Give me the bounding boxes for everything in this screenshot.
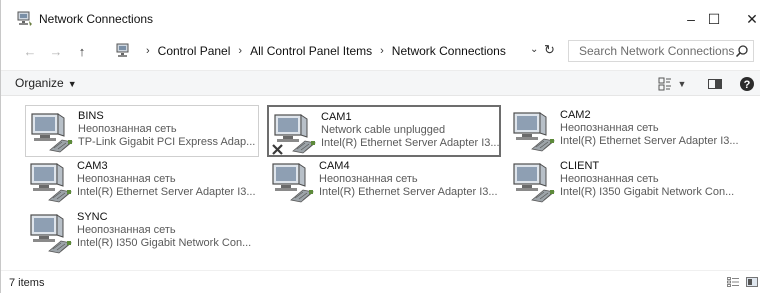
address-history-chevron-icon[interactable]: ⌄ — [530, 44, 538, 55]
connection-text: CAM4 Неопознанная сеть Intel(R) Ethernet S… — [319, 160, 499, 199]
search-input[interactable]: Search Network Connections — [568, 40, 754, 62]
connection-name: BINS — [78, 110, 104, 122]
connection-name: CAM4 — [319, 160, 350, 172]
connection-status: Неопознанная сеть — [560, 122, 659, 134]
details-view-icon[interactable] — [727, 277, 739, 287]
navigation-bar: ← → ↑ › Control Panel › All Control Pane… — [1, 38, 760, 64]
search-icon[interactable] — [735, 44, 749, 58]
breadcrumb-network-connections[interactable]: Network Connections — [392, 44, 506, 58]
connection-text: CAM1 Network cable unplugged Intel(R) Ethe… — [321, 111, 501, 150]
minimize-icon: – — [687, 11, 695, 27]
network-connections-window: Network Connections – ☐ ✕ ← → ↑ › Contro… — [0, 0, 760, 293]
address-bar[interactable]: › Control Panel › All Control Panel Item… — [96, 40, 561, 62]
organize-label: Organize — [15, 76, 64, 90]
up-arrow-icon: ↑ — [78, 43, 86, 59]
connection-text: CAM3 Неопознанная сеть Intel(R) Ethernet S… — [77, 160, 257, 199]
connection-adapter: Intel(R) Ethernet Server Adapter I3... — [321, 137, 500, 149]
connection-status: Network cable unplugged — [321, 124, 446, 136]
breadcrumb-separator[interactable]: › — [238, 45, 242, 57]
breadcrumb-all-control-panel-items[interactable]: All Control Panel Items — [250, 44, 372, 58]
network-adapter-icon — [30, 214, 72, 254]
connection-text: BINS Неопознанная сеть TP-Link Gigabit PCI… — [78, 110, 258, 149]
title-bar: Network Connections – ☐ ✕ — [1, 0, 760, 38]
change-view-icon[interactable] — [658, 76, 672, 92]
back-arrow-icon: ← — [23, 43, 37, 59]
connection-text: CLIENT Неопознанная сеть Intel(R) I350 Gig… — [560, 160, 740, 199]
connection-item-cam2[interactable]: CAM2 Неопознанная сеть Intel(R) Ethernet S… — [508, 105, 742, 157]
control-panel-icon — [116, 43, 129, 57]
network-adapter-icon — [31, 113, 73, 153]
connection-adapter: Intel(R) I350 Gigabit Network Con... — [77, 237, 252, 249]
network-adapter-icon — [30, 163, 72, 203]
connection-text: CAM2 Неопознанная сеть Intel(R) Ethernet S… — [560, 109, 740, 148]
connection-text: SYNC Неопознанная сеть Intel(R) I350 Gigab… — [77, 211, 257, 250]
connection-item-client[interactable]: CLIENT Неопознанная сеть Intel(R) I350 Gig… — [508, 156, 742, 208]
organize-menu-button[interactable]: Organize ▼ — [15, 76, 77, 90]
maximize-button[interactable]: ☐ — [696, 6, 732, 32]
network-adapter-icon — [513, 112, 555, 152]
connection-item-bins[interactable]: BINS Неопознанная сеть TP-Link Gigabit PCI… — [25, 105, 259, 157]
connection-status: Неопознанная сеть — [319, 173, 418, 185]
connection-status: Неопознанная сеть — [78, 123, 177, 135]
maximize-icon: ☐ — [707, 10, 721, 27]
view-options-caret-icon[interactable]: ▼ — [677, 76, 687, 92]
connection-adapter: TP-Link Gigabit PCI Express Adap... — [78, 136, 256, 148]
item-count: 7 items — [9, 277, 45, 289]
refresh-icon[interactable]: ↻ — [544, 42, 555, 58]
connection-status: Неопознанная сеть — [77, 173, 176, 185]
close-button[interactable]: ✕ — [734, 6, 760, 32]
up-button[interactable]: ↑ — [73, 42, 91, 60]
search-placeholder: Search Network Connections — [579, 44, 735, 58]
connection-item-cam4[interactable]: CAM4 Неопознанная сеть Intel(R) Ethernet S… — [267, 156, 501, 208]
connection-adapter: Intel(R) Ethernet Server Adapter I3... — [319, 186, 498, 198]
network-adapter-icon — [513, 163, 555, 203]
forward-button[interactable]: → — [47, 42, 65, 60]
connection-item-cam3[interactable]: CAM3 Неопознанная сеть Intel(R) Ethernet S… — [25, 156, 259, 208]
connection-status: Неопознанная сеть — [560, 173, 659, 185]
connection-name: CAM3 — [77, 160, 108, 172]
network-adapter-disconnected-icon — [272, 114, 316, 155]
connection-name: CAM2 — [560, 109, 591, 121]
connection-item-cam1[interactable]: CAM1 Network cable unplugged Intel(R) Ethe… — [267, 105, 501, 157]
network-connections-app-icon — [17, 11, 32, 26]
forward-arrow-icon: → — [49, 43, 63, 59]
breadcrumb-separator: › — [146, 45, 150, 57]
connections-list: BINS Неопознанная сеть TP-Link Gigabit PCI… — [1, 97, 760, 269]
network-adapter-icon — [272, 163, 314, 203]
connection-adapter: Intel(R) I350 Gigabit Network Con... — [560, 186, 735, 198]
connection-item-sync[interactable]: SYNC Неопознанная сеть Intel(R) I350 Gigab… — [25, 207, 259, 259]
svg-text:?: ? — [744, 79, 751, 91]
preview-pane-icon[interactable] — [707, 76, 723, 92]
window-title: Network Connections — [39, 12, 154, 26]
close-icon: ✕ — [746, 10, 758, 27]
connection-name: SYNC — [77, 211, 108, 223]
status-bar: 7 items — [1, 270, 760, 293]
breadcrumb-control-panel[interactable]: Control Panel — [158, 44, 231, 58]
connection-status: Неопознанная сеть — [77, 224, 176, 236]
connection-name: CAM1 — [321, 111, 352, 123]
command-bar: Organize ▼ ▼ ? — [1, 70, 760, 96]
back-button[interactable]: ← — [21, 42, 39, 60]
caret-down-icon: ▼ — [67, 79, 77, 89]
connection-name: CLIENT — [560, 160, 600, 172]
tiles-view-icon[interactable] — [746, 277, 758, 287]
breadcrumb-separator[interactable]: › — [380, 45, 384, 57]
connection-adapter: Intel(R) Ethernet Server Adapter I3... — [77, 186, 256, 198]
connection-adapter: Intel(R) Ethernet Server Adapter I3... — [560, 135, 739, 147]
help-icon[interactable]: ? — [739, 76, 755, 92]
